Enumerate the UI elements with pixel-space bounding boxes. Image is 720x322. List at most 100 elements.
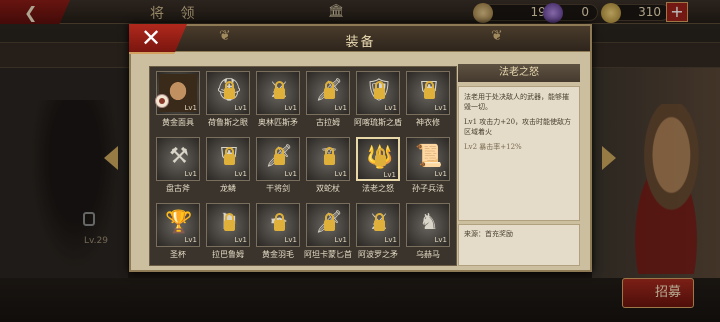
slot-frame: Lv1 (155, 71, 200, 115)
modal-title: 装备 (345, 35, 376, 50)
equipment-slot[interactable]: 📜 Lv1 孙子兵法 (406, 137, 450, 195)
slot-level: Lv1 (234, 236, 248, 244)
equipment-slot[interactable]: ⛑Lv1 荷鲁斯之眼 (206, 71, 250, 129)
slot-level: Lv1 (334, 104, 348, 112)
slot-frame: ⛨Lv1 (406, 71, 450, 115)
equipment-slot[interactable]: Lv1 黄金面具 (155, 71, 200, 129)
slot-level: Lv1 (234, 170, 248, 178)
slot-name: 拉巴鲁姆 (212, 250, 244, 259)
slot-name: 神衣修 (416, 118, 440, 127)
equipment-slot[interactable]: ⚔Lv1 奥林匹斯矛 (256, 71, 300, 129)
lock-icon (224, 81, 235, 99)
slot-level: Lv1 (384, 104, 398, 112)
slot-name: 龙鳞 (220, 184, 236, 193)
slot-name: 阿喀琉斯之盾 (354, 118, 402, 127)
equipment-slot[interactable]: ⚚Lv1 双蛇杖 (306, 137, 350, 195)
lock-icon (224, 147, 235, 165)
equipment-slot[interactable]: ✒Lv1 黄金羽毛 (256, 203, 300, 261)
slot-frame: ⛑Lv1 (206, 71, 250, 115)
slot-level: Lv1 (284, 104, 298, 112)
slot-frame: 📜 Lv1 (406, 137, 450, 181)
slot-frame: ⚚Lv1 (306, 137, 350, 181)
slot-level: Lv1 (434, 170, 448, 178)
detail-source: 来源：首充奖励 (458, 224, 580, 266)
equipment-slot[interactable]: 🛡Lv1 阿喀琉斯之盾 (354, 71, 402, 129)
game-screen: ❮ 将 领 🏛 1950 0 310 + Lv.29 招募 ❦ 装备 ❦ ✕ L… (0, 0, 720, 322)
equipment-slot[interactable]: 🏆 Lv1 圣杯 (156, 203, 200, 261)
hero-badge-icon (155, 94, 169, 108)
lock-icon (274, 81, 285, 99)
slot-name: 圣杯 (170, 250, 186, 259)
equipment-grid: Lv1 黄金面具 ⛑Lv1 荷鲁斯之眼 ⚔Lv1 奥林匹斯矛 🗡Lv1 古拉姆 🛡Lv1 阿喀琉斯… (149, 66, 457, 266)
slot-name: 奥林匹斯矛 (258, 118, 298, 127)
slot-level: Lv1 (184, 104, 198, 112)
slot-name: 乌赫马 (416, 250, 440, 259)
slot-level: Lv1 (184, 170, 198, 178)
slot-frame: ⚔Lv1 (356, 203, 400, 247)
slot-name: 法老之怒 (362, 184, 394, 193)
equipment-modal: ❦ 装备 ❦ ✕ Lv1 黄金面具 ⛑Lv1 荷鲁斯之眼 ⚔Lv1 奥林匹斯矛 🗡Lv1 古拉… (129, 24, 592, 272)
slot-name: 阿坦卡蒙匕首 (304, 250, 352, 259)
detail-lv2-effect: Lv2 暴击率+12% (464, 143, 522, 151)
equipment-slot[interactable]: 🔱Lv1 法老之怒 (356, 137, 400, 195)
lock-icon (424, 81, 435, 99)
slot-frame: ⚑Lv1 (206, 203, 250, 247)
slot-name: 盘古斧 (166, 184, 190, 193)
slot-level: Lv1 (284, 170, 298, 178)
slot-name: 荷鲁斯之眼 (208, 118, 248, 127)
scroll-icon: 📜 (415, 144, 443, 169)
slot-level: Lv1 (184, 236, 198, 244)
lock-icon (224, 213, 235, 231)
slot-name: 黄金羽毛 (262, 250, 294, 259)
modal-header: ❦ 装备 ❦ (131, 26, 590, 52)
lock-icon (324, 213, 335, 231)
slot-frame: 🗡Lv1 (256, 137, 300, 181)
slot-name: 干将剑 (266, 184, 290, 193)
equipment-slot[interactable]: ♞ Lv1 乌赫马 (406, 203, 450, 261)
lock-icon (374, 213, 385, 231)
lock-icon (374, 81, 385, 99)
slot-level: Lv1 (434, 104, 448, 112)
equipment-slot[interactable]: ⚒ Lv1 盘古斧 (156, 137, 200, 195)
lock-icon (324, 81, 335, 99)
equipment-slot[interactable]: ⚔Lv1 阿波罗之矛 (356, 203, 400, 261)
equipment-slot[interactable]: ⛨Lv1 神衣修 (406, 71, 450, 129)
equipment-slot[interactable]: 🗡Lv1 干将剑 (256, 137, 300, 195)
lock-icon (324, 147, 335, 165)
detail-lv1-effect: Lv1 攻击力+20，攻击时能使敌方区域着火 (464, 118, 572, 136)
slot-name: 双蛇杖 (316, 184, 340, 193)
slot-frame: ⚒ Lv1 (156, 137, 200, 181)
slot-name: 古拉姆 (316, 118, 340, 127)
slot-level: Lv1 (284, 236, 298, 244)
slot-level: Lv1 (383, 171, 397, 179)
slot-name: 黄金面具 (162, 118, 194, 127)
slot-name: 阿波罗之矛 (358, 250, 398, 259)
slot-frame: ♞ Lv1 (406, 203, 450, 247)
lock-icon (274, 147, 285, 165)
slot-name: 孙子兵法 (412, 184, 444, 193)
slot-frame: 🗡Lv1 (306, 71, 350, 115)
slot-frame: ⛨Lv1 (206, 137, 250, 181)
slot-level: Lv1 (234, 104, 248, 112)
equipment-slot[interactable]: 🗡Lv1 古拉姆 (306, 71, 350, 129)
horse-icon: ♞ (419, 210, 439, 235)
slot-frame: 🗡Lv1 (306, 203, 350, 247)
laurel-right-icon: ❦ (491, 28, 503, 44)
detail-title: 法老之怒 (458, 64, 580, 82)
lock-icon (274, 213, 285, 231)
equipment-slot[interactable]: ⛨Lv1 龙鳞 (206, 137, 250, 195)
equipment-slot[interactable]: ⚑Lv1 拉巴鲁姆 (206, 203, 250, 261)
slot-frame: 🏆 Lv1 (156, 203, 200, 247)
slot-frame: 🛡Lv1 (356, 71, 400, 115)
detail-description-box: 法老用于处决敌人的武器，能够摧毁一切。 Lv1 攻击力+20，攻击时能使敌方区域… (458, 86, 580, 221)
slot-frame: ✒Lv1 (256, 203, 300, 247)
close-icon: ✕ (141, 24, 162, 52)
equipment-slot[interactable]: 🗡Lv1 阿坦卡蒙匕首 (304, 203, 352, 261)
slot-frame: ⚔Lv1 (256, 71, 300, 115)
slot-level: Lv1 (434, 236, 448, 244)
slot-level: Lv1 (384, 236, 398, 244)
grail-icon: 🏆 (165, 210, 193, 235)
detail-description: 法老用于处决敌人的武器，能够摧毁一切。 (464, 93, 569, 111)
slot-level: Lv1 (334, 236, 348, 244)
slot-level: Lv1 (334, 170, 348, 178)
